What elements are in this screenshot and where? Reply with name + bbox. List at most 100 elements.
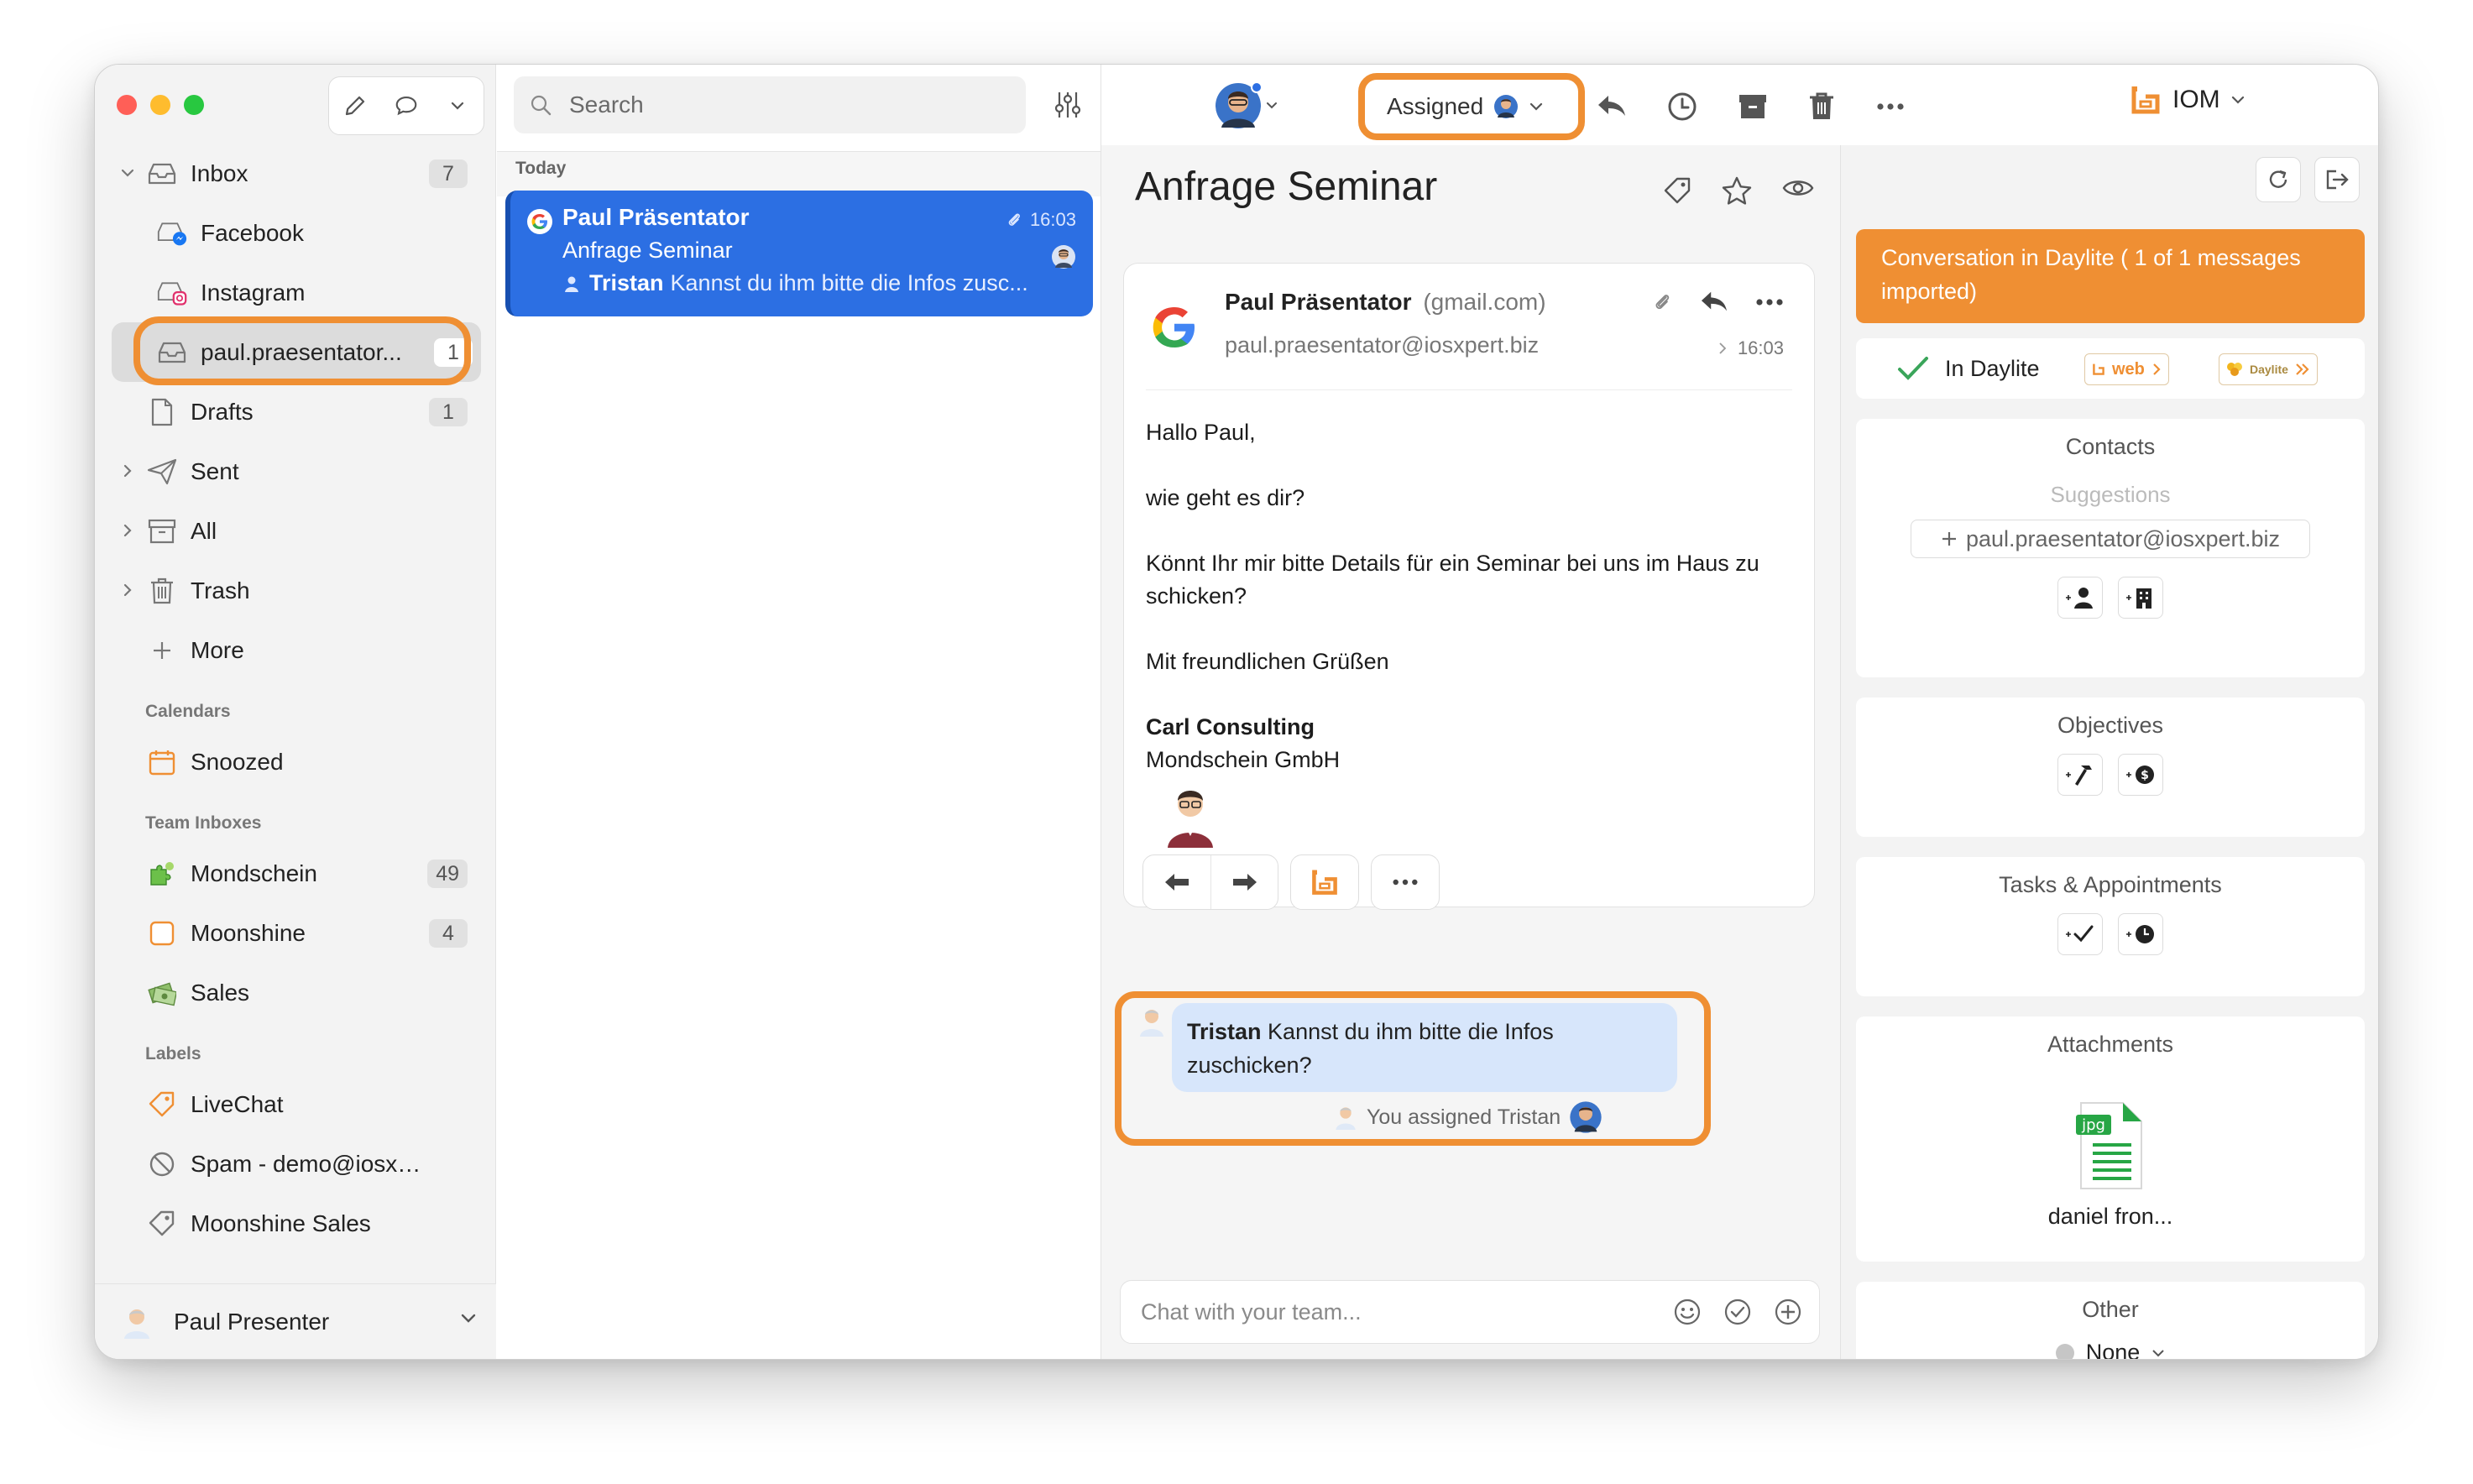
sidebar-item-mondschein[interactable]: Mondschein 49 (95, 844, 496, 903)
snippet-author: Tristan (589, 270, 664, 295)
add-company-button[interactable] (2118, 577, 2163, 619)
add-person-button[interactable] (2057, 577, 2103, 619)
body-line: wie geht es dir? (1146, 485, 1305, 510)
add-project-button[interactable] (2057, 754, 2103, 796)
star-icon[interactable] (1721, 175, 1753, 206)
paperclip-icon (1008, 213, 1020, 226)
window-controls (117, 95, 204, 115)
sidebar-item-inbox[interactable]: Inbox 7 (95, 144, 496, 203)
message-list-item[interactable]: Paul Präsentator 16:03 Anfrage Seminar T… (505, 191, 1093, 316)
compose-button[interactable] (338, 89, 372, 123)
reply-button[interactable] (1593, 88, 1630, 125)
memoji-image (1168, 791, 1213, 848)
sidebar-item-instagram[interactable]: Instagram (95, 263, 496, 322)
sidebar-item-moonshine-sales[interactable]: Moonshine Sales (95, 1194, 496, 1253)
search-input[interactable]: Search (514, 76, 1026, 133)
body-greeting: Hallo Paul, (1146, 420, 1256, 445)
email-action-bar (1142, 854, 1440, 910)
sidebar-item-trash[interactable]: Trash (95, 561, 496, 620)
eye-icon[interactable] (1781, 175, 1815, 201)
minimize-window-button[interactable] (150, 95, 170, 115)
refresh-button[interactable] (2256, 157, 2301, 202)
snooze-button[interactable] (1664, 88, 1701, 125)
tag-icon[interactable] (1662, 175, 1692, 206)
paper-plane-icon (147, 457, 177, 487)
sidebar-item-label: All (191, 517, 217, 544)
more-button[interactable] (1372, 855, 1439, 909)
reading-pane: Anfrage Seminar Paul Präsentator (gmail.… (1101, 145, 1840, 1359)
iom-logo-icon (1312, 870, 1337, 895)
reply-icon[interactable] (1698, 289, 1730, 316)
other-select[interactable]: None (1856, 1340, 2365, 1359)
compose-menu-button[interactable] (441, 89, 474, 123)
plus-circle-icon[interactable] (1774, 1298, 1802, 1326)
chevron-down-icon[interactable] (118, 164, 137, 182)
sidebar-item-label: Inbox (191, 159, 248, 186)
filter-button[interactable] (1054, 90, 1081, 120)
objective-add-buttons: $ (1856, 754, 2365, 796)
chevron-right-icon[interactable] (118, 521, 137, 540)
sidebar-item-sent[interactable]: Sent (95, 442, 496, 501)
avatar (1336, 1107, 1356, 1130)
google-icon (1153, 307, 1195, 347)
chevron-right-icon[interactable] (118, 462, 137, 480)
account-name: Paul Presenter (174, 1308, 330, 1335)
search-placeholder: Search (569, 91, 644, 118)
open-external-button[interactable] (2314, 157, 2360, 202)
email-time-text: 16:03 (1737, 337, 1784, 358)
reply-button[interactable] (1143, 855, 1210, 909)
delete-button[interactable] (1803, 88, 1840, 125)
sidebar-item-spam[interactable]: Spam - demo@iosxpert... (95, 1134, 496, 1194)
in-daylite-row: In Daylite web Daylite (1856, 338, 2365, 399)
email-time: 16:03 (1718, 337, 1784, 359)
daylite-status-banner: Conversation in Daylite ( 1 of 1 message… (1856, 229, 2365, 323)
search-icon (531, 95, 552, 116)
iom-account-button[interactable]: IOM (2129, 83, 2246, 117)
jpg-file-icon: jpg (2076, 1102, 2142, 1189)
more-actions-button[interactable] (1872, 88, 1909, 125)
daylite-button[interactable] (1291, 855, 1358, 909)
sidebar-item-facebook[interactable]: Facebook (95, 203, 496, 263)
sidebar-item-livechat[interactable]: LiveChat (95, 1074, 496, 1134)
add-opportunity-button[interactable]: $ (2118, 754, 2163, 796)
sidebar-item-sales[interactable]: Sales (95, 963, 496, 1022)
sidebar-item-paul-praesentator[interactable]: paul.praesentator... 1 (112, 322, 481, 382)
draft-icon (147, 397, 177, 427)
sidebar-item-moonshine[interactable]: Moonshine 4 (95, 903, 496, 963)
sidebar-item-more[interactable]: More (95, 620, 496, 680)
sidebar-item-drafts[interactable]: Drafts 1 (95, 382, 496, 442)
team-chat-input[interactable]: Chat with your team... (1120, 1280, 1820, 1344)
chevron-down-icon (1267, 102, 1277, 109)
prohibited-icon (147, 1149, 177, 1179)
message-sender: Paul Präsentator (562, 204, 750, 230)
dollar-circle-icon: $ (2126, 766, 2154, 784)
email-sender: Paul Präsentator (gmail.com) (1225, 289, 1546, 316)
iweb-open-button[interactable]: web (2084, 353, 2169, 385)
new-chat-button[interactable] (390, 89, 423, 123)
checkmark-circle-icon[interactable] (1723, 1298, 1752, 1326)
account-avatar-button[interactable] (1209, 80, 1284, 132)
add-task-button[interactable] (2057, 913, 2103, 955)
zoom-window-button[interactable] (184, 95, 204, 115)
sender-address: paul.praesentator@iosxpert.biz (1225, 332, 1540, 358)
ellipsis-icon[interactable] (1755, 298, 1784, 306)
date-section-header: Today (497, 151, 1101, 196)
assigned-button[interactable]: Assigned (1373, 78, 1576, 135)
archive-button[interactable] (1734, 88, 1771, 125)
sidebar-item-all[interactable]: All (95, 501, 496, 561)
account-switcher[interactable]: Paul Presenter (95, 1283, 496, 1359)
trash-icon (147, 576, 177, 606)
close-window-button[interactable] (117, 95, 137, 115)
unread-count-badge: 49 (427, 860, 468, 888)
sidebar-item-snoozed[interactable]: Snoozed (95, 732, 496, 792)
attachment-file[interactable]: jpg (1856, 1095, 2365, 1195)
hammer-icon (2066, 766, 2092, 786)
forward-button[interactable] (1210, 855, 1278, 909)
add-appointment-button[interactable] (2118, 913, 2163, 955)
suggested-contact-button[interactable]: paul.praesentator@iosxpert.biz (1911, 520, 2310, 558)
emoji-icon[interactable] (1673, 1298, 1702, 1326)
daylite-open-button[interactable]: Daylite (2219, 353, 2318, 385)
chevron-right-icon[interactable] (118, 581, 137, 599)
team-inboxes-heading: Team Inboxes (145, 813, 262, 833)
contact-add-buttons (1856, 577, 2365, 619)
